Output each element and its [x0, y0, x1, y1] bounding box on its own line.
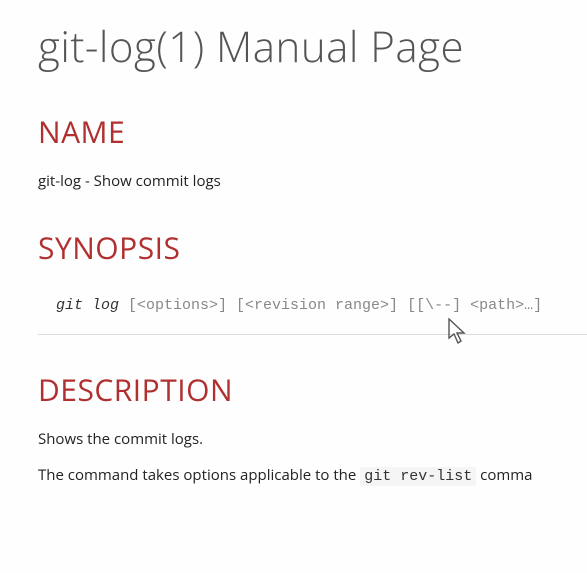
- section-heading-name: NAME: [38, 111, 587, 152]
- page-title: git-log(1) Manual Page: [38, 18, 587, 75]
- synopsis-args: [<options>] [<revision range>] [[\--] <p…: [119, 297, 542, 314]
- description-p2-post: comma: [476, 465, 532, 485]
- synopsis-cmd: git log: [56, 297, 119, 314]
- description-p2-pre: The command takes options applicable to …: [38, 465, 360, 485]
- inline-code-rev-list: git rev-list: [360, 467, 476, 486]
- section-heading-description: DESCRIPTION: [38, 369, 587, 410]
- section-heading-synopsis: SYNOPSIS: [38, 227, 587, 268]
- manual-page: git-log(1) Manual Page NAME git-log - Sh…: [0, 18, 587, 489]
- description-p2: The command takes options applicable to …: [38, 464, 587, 489]
- description-p1: Shows the commit logs.: [38, 428, 587, 451]
- name-text: git-log - Show commit logs: [38, 170, 587, 193]
- synopsis-block: git log [<options>] [<revision range>] […: [38, 286, 587, 335]
